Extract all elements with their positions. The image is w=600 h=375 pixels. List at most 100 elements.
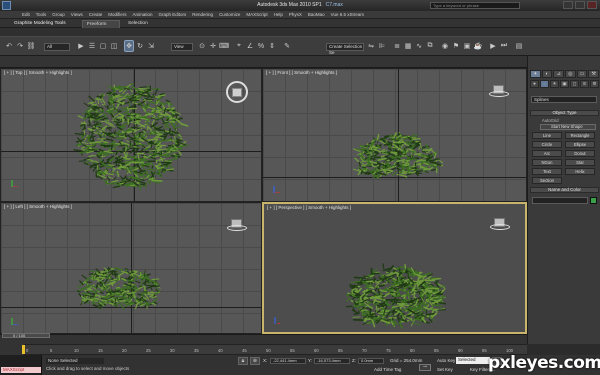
select-manipulate-icon[interactable]: ✛: [208, 40, 218, 52]
window-crossing-icon[interactable]: ◫: [109, 40, 119, 52]
mirror-icon[interactable]: ⇋: [366, 40, 376, 52]
set-key-label[interactable]: Set Key: [437, 367, 453, 372]
create-star-button[interactable]: Star: [565, 159, 595, 166]
select-move-icon[interactable]: ✥: [124, 40, 134, 52]
viewport-label-front[interactable]: [ + ] [ Front ] [ Smooth + Highlights ]: [266, 70, 337, 75]
viewport-left[interactable]: [ + ] [ Left ] [ Smooth + Highlights ]: [0, 202, 262, 334]
shapes-icon[interactable]: ◌: [540, 80, 549, 88]
graphite-modeling-tools-label[interactable]: Graphite Modeling Tools: [10, 20, 70, 28]
select-object-icon[interactable]: ▶: [76, 40, 86, 52]
keyboard-shortcut-icon[interactable]: ⌨: [219, 40, 229, 52]
utilities-tab-icon[interactable]: ⚒: [588, 70, 600, 78]
z-coordinate-field[interactable]: 0.0mm: [358, 358, 384, 364]
minimize-icon[interactable]: [563, 1, 573, 9]
render-setup-icon[interactable]: ⚑: [451, 40, 461, 52]
object-name-field[interactable]: [532, 197, 588, 204]
create-rectangle-button[interactable]: Rectangle: [565, 132, 595, 139]
viewport-front[interactable]: [ + ] [ Front ] [ Smooth + Highlights ]: [262, 68, 527, 202]
material-editor-icon[interactable]: ◉: [440, 40, 450, 52]
viewport-label-perspective[interactable]: [ + ] [ Perspective ] [ Smooth + Highlig…: [267, 205, 351, 210]
menu-item-maxscript[interactable]: MAXScript: [246, 11, 273, 17]
cameras-icon[interactable]: ▣: [560, 80, 569, 88]
step-icon[interactable]: ⏭: [499, 40, 509, 52]
menu-item-edit[interactable]: Edit: [22, 11, 36, 17]
render-icon[interactable]: ☕: [473, 40, 483, 52]
display-tab-icon[interactable]: ▭: [576, 70, 588, 78]
set-key-icon[interactable]: ⊸: [419, 364, 431, 371]
create-circle-button[interactable]: Circle: [532, 141, 562, 148]
menu-item-rendering[interactable]: Rendering: [192, 11, 219, 17]
hierarchy-tab-icon[interactable]: ⊿: [553, 70, 565, 78]
angle-snap-icon[interactable]: ∠: [245, 40, 255, 52]
align-icon[interactable]: ⊫: [377, 40, 387, 52]
use-pivot-icon[interactable]: ⊙: [197, 40, 207, 52]
absolute-mode-icon[interactable]: ⊕: [250, 357, 260, 365]
viewport-perspective[interactable]: [ + ] [ Perspective ] [ Smooth + Highlig…: [262, 202, 527, 334]
auto-key-label[interactable]: Auto Key: [437, 358, 455, 363]
shape-category-dropdown[interactable]: Splines: [531, 96, 597, 103]
schematic-view-icon[interactable]: ⧉: [425, 40, 435, 52]
track-bar[interactable]: 0 5 10 15 20 25 30 35 40 45 50 55 60 65 70 75 80 85 90 95 10…: [24, 344, 527, 355]
add-time-tag-button[interactable]: Add Time Tag: [374, 367, 401, 372]
menu-item-views[interactable]: Views: [71, 11, 89, 17]
viewcube-icon[interactable]: [489, 85, 509, 99]
render-production-icon[interactable]: ▤: [514, 40, 524, 52]
create-text-button[interactable]: Text: [532, 168, 562, 175]
tab-freeform[interactable]: Freeform: [82, 20, 120, 28]
start-new-shape-checkbox[interactable]: Start New Shape: [540, 124, 596, 130]
viewport-label-left[interactable]: [ + ] [ Left ] [ Smooth + Highlights ]: [4, 204, 72, 209]
percent-snap-icon[interactable]: %: [256, 40, 266, 52]
spinner-snap-icon[interactable]: ⇕: [267, 40, 277, 52]
tab-selection[interactable]: Selection: [124, 20, 152, 28]
menu-item-modifiers[interactable]: Modifiers: [108, 11, 132, 17]
menu-item-vue-6-5-xstream[interactable]: Vue 6.5 xStream: [331, 11, 370, 17]
curve-editor-icon[interactable]: ∿: [414, 40, 424, 52]
rendered-frame-icon[interactable]: ▣: [462, 40, 472, 52]
undo-icon[interactable]: ↶: [4, 40, 14, 52]
menu-item-customize[interactable]: Customize: [219, 11, 246, 17]
create-ngon-button[interactable]: NGon: [532, 159, 562, 166]
time-slider[interactable]: 0 / 100: [2, 333, 50, 338]
menu-item-help[interactable]: Help: [274, 11, 289, 17]
viewport-top[interactable]: [ + ] [ Top ] [ Smooth + Highlights ]: [0, 68, 262, 202]
layer-manager-icon[interactable]: ≣: [392, 40, 402, 52]
space-warps-icon[interactable]: ≋: [580, 80, 589, 88]
name-and-color-rollout-header[interactable]: Name and Color: [530, 187, 599, 193]
maxscript-listener[interactable]: MAXScript: [0, 355, 42, 375]
select-scale-icon[interactable]: ⇲: [146, 40, 156, 52]
maxscript-mini-listener[interactable]: MAXScript: [1, 367, 41, 373]
play-icon[interactable]: ▶: [488, 40, 498, 52]
viewcube-icon[interactable]: [490, 218, 510, 232]
menu-item-create[interactable]: Create: [89, 11, 109, 17]
create-line-button[interactable]: Line: [532, 132, 562, 139]
menu-item-group[interactable]: Group: [52, 11, 71, 17]
create-ellipse-button[interactable]: Ellipse: [565, 141, 595, 148]
selection-filter-dropdown[interactable]: All: [44, 43, 70, 51]
create-section-button[interactable]: Section: [532, 177, 562, 184]
menu-item-animation[interactable]: Animation: [133, 11, 159, 17]
edit-named-selection-icon[interactable]: ✎: [282, 40, 292, 52]
select-rotate-icon[interactable]: ↻: [135, 40, 145, 52]
rect-selection-icon[interactable]: ▢: [98, 40, 108, 52]
open-mini-curve-editor-icon[interactable]: [0, 344, 24, 355]
helpers-icon[interactable]: ◻: [570, 80, 579, 88]
menu-item-baomao[interactable]: BaoMao: [308, 11, 331, 17]
menu-item-graph-editors[interactable]: Graph Editors: [159, 11, 193, 17]
search-input[interactable]: Type a keyword or phrase: [430, 2, 520, 9]
autogrid-checkbox[interactable]: AutoGrid: [542, 118, 559, 123]
object-color-swatch[interactable]: [590, 197, 597, 204]
menu-item-tools[interactable]: Tools: [36, 11, 53, 17]
maximize-icon[interactable]: [575, 1, 585, 9]
viewcube-icon[interactable]: [227, 219, 247, 233]
close-icon[interactable]: [587, 1, 597, 9]
modify-tab-icon[interactable]: ◐: [541, 70, 553, 78]
lights-icon[interactable]: ☀: [550, 80, 559, 88]
select-by-name-icon[interactable]: ☰: [87, 40, 97, 52]
create-helix-button[interactable]: Helix: [565, 168, 595, 175]
snaps-toggle-icon[interactable]: ⌖: [234, 40, 244, 52]
time-slider-track[interactable]: [0, 334, 527, 344]
x-coordinate-field[interactable]: -22,441.4mm: [270, 358, 306, 364]
redo-icon[interactable]: ↷: [15, 40, 25, 52]
geometry-icon[interactable]: ●: [530, 80, 539, 88]
key-set-dropdown[interactable]: Selected: [456, 357, 490, 364]
